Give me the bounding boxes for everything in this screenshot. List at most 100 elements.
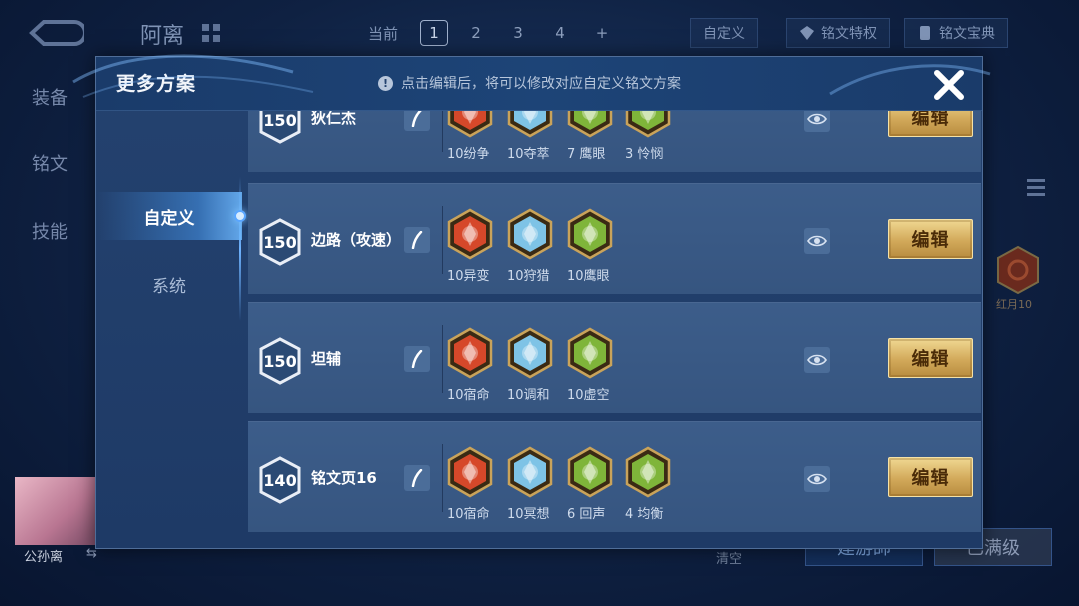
rune-blue-icon[interactable] <box>506 111 554 138</box>
hero-name: 阿离 <box>140 24 185 49</box>
book-icon <box>920 26 930 40</box>
level-badge: 140 <box>258 456 302 504</box>
rune-book-button[interactable]: 铭文宝典 <box>904 18 1008 48</box>
custom-top-button[interactable]: 自定义 <box>690 18 758 48</box>
preview-eye-icon[interactable] <box>804 347 830 373</box>
edit-button[interactable]: 编辑 <box>888 111 973 137</box>
add-page-button[interactable]: + <box>588 20 616 46</box>
preview-eye-icon[interactable] <box>804 466 830 492</box>
plan-row: 150 坦辅 10宿命 10调和 10虚空 编辑 <box>248 302 981 413</box>
rename-button[interactable] <box>404 465 430 491</box>
active-tab-indicator <box>234 210 246 222</box>
side-menu-skills[interactable]: 技能 <box>32 218 68 244</box>
level-number: 150 <box>263 351 297 371</box>
plan-name: 铭文页16 <box>311 469 377 487</box>
pencil-icon <box>411 350 423 368</box>
rune-label: 10调和 <box>507 388 550 403</box>
privilege-icon <box>800 26 814 40</box>
list-menu-icon[interactable] <box>1025 176 1047 200</box>
clear-label[interactable]: 清空 <box>716 548 742 567</box>
dialog-title: 更多方案 <box>116 73 197 95</box>
rune-green-icon[interactable] <box>566 111 614 138</box>
current-page-label: 当前 <box>368 24 399 43</box>
level-number: 140 <box>263 470 297 490</box>
rune-label: 10宿命 <box>447 388 490 403</box>
rune-blue-icon[interactable] <box>506 327 554 379</box>
pencil-icon <box>411 469 423 487</box>
rune-red-icon[interactable] <box>446 208 494 260</box>
page-tab-1[interactable]: 1 <box>420 20 449 46</box>
rune-book-label: 铭文宝典 <box>939 26 995 42</box>
side-menu-equipment[interactable]: 装备 <box>32 84 68 110</box>
plan-row: 140 铭文页16 10宿命 10冥想 6 回声 4 均衡 编辑 <box>248 421 981 532</box>
tab-system[interactable]: 系统 <box>96 260 242 308</box>
rune-green-icon[interactable] <box>624 111 672 138</box>
rune-red-icon[interactable] <box>446 327 494 379</box>
rune-label: 10鹰眼 <box>567 269 610 284</box>
rune-green-icon[interactable] <box>566 446 614 498</box>
level-badge: 150 <box>258 337 302 385</box>
rune-label: 6 回声 <box>567 507 606 522</box>
row-divider <box>442 444 443 512</box>
grid-icon[interactable] <box>200 22 222 44</box>
rune-label: 10狩猎 <box>507 269 550 284</box>
rune-label: 10纷争 <box>447 147 490 162</box>
preview-eye-icon[interactable] <box>804 111 830 132</box>
rename-button[interactable] <box>404 111 430 131</box>
row-divider <box>442 206 443 274</box>
rune-label: 10冥想 <box>507 507 550 522</box>
avatar-name: 公孙离 <box>24 550 64 565</box>
edit-button[interactable]: 编辑 <box>888 338 973 378</box>
rune-blue-icon[interactable] <box>506 446 554 498</box>
rune-privilege-label: 铭文特权 <box>821 26 877 42</box>
rune-privilege-button[interactable]: 铭文特权 <box>786 18 890 48</box>
row-divider <box>442 111 443 152</box>
rune-label: 10夺萃 <box>507 147 550 162</box>
preview-eye-icon[interactable] <box>804 228 830 254</box>
rune-slot-icon[interactable] <box>996 245 1040 295</box>
rune-red-icon[interactable] <box>446 111 494 138</box>
hero-avatar[interactable] <box>15 477 95 545</box>
plan-list[interactable]: 150 狄仁杰 10纷争 10夺萃 7 鹰眼 3 怜悯 编辑 150 边路（攻速） 10异变 10狩… <box>248 111 982 549</box>
rename-button[interactable] <box>404 227 430 253</box>
edit-button[interactable]: 编辑 <box>888 219 973 259</box>
row-divider <box>442 325 443 393</box>
plan-name: 狄仁杰 <box>311 111 357 127</box>
rune-label: 10虚空 <box>567 388 610 403</box>
rune-label: 7 鹰眼 <box>567 147 606 162</box>
close-icon[interactable] <box>929 65 969 105</box>
page-tab-3[interactable]: 3 <box>504 20 532 46</box>
page-tab-2[interactable]: 2 <box>462 20 490 46</box>
level-number: 150 <box>263 111 297 130</box>
right-rune-label: 红月10 <box>996 298 1032 311</box>
rune-green-icon[interactable] <box>566 327 614 379</box>
plan-name: 边路（攻速） <box>311 231 402 249</box>
edit-button[interactable]: 编辑 <box>888 457 973 497</box>
custom-top-label: 自定义 <box>703 26 745 42</box>
back-arrow-icon[interactable] <box>28 18 84 48</box>
level-number: 150 <box>263 232 297 252</box>
rune-red-icon[interactable] <box>446 446 494 498</box>
rune-page-selector: 当前 1 2 3 4 + <box>360 20 616 46</box>
level-badge: 150 <box>258 218 302 266</box>
plan-name: 坦辅 <box>311 350 342 368</box>
plan-row: 150 边路（攻速） 10异变 10狩猎 10鹰眼 编辑 <box>248 183 981 294</box>
rune-label: 10异变 <box>447 269 490 284</box>
eye-icon <box>807 473 827 485</box>
rune-green-icon[interactable] <box>624 446 672 498</box>
eye-icon <box>807 354 827 366</box>
page-tab-4[interactable]: 4 <box>546 20 574 46</box>
info-icon: ! <box>378 75 393 91</box>
rename-button[interactable] <box>404 346 430 372</box>
edit-hint: ! 点击编辑后，将可以修改对应自定义铭文方案 <box>378 73 681 93</box>
pencil-icon <box>411 231 423 249</box>
side-menu-runes[interactable]: 铭文 <box>32 150 68 176</box>
rune-blue-icon[interactable] <box>506 208 554 260</box>
plan-tabs: 自定义 系统 <box>96 111 246 550</box>
tab-custom[interactable]: 自定义 <box>96 192 242 240</box>
rune-green-icon[interactable] <box>566 208 614 260</box>
eye-icon <box>807 113 827 125</box>
level-badge: 150 <box>258 111 302 144</box>
more-plans-dialog: 更多方案 ! 点击编辑后，将可以修改对应自定义铭文方案 自定义 系统 150 狄仁… <box>95 56 983 549</box>
plan-row: 150 狄仁杰 10纷争 10夺萃 7 鹰眼 3 怜悯 编辑 <box>248 111 981 172</box>
